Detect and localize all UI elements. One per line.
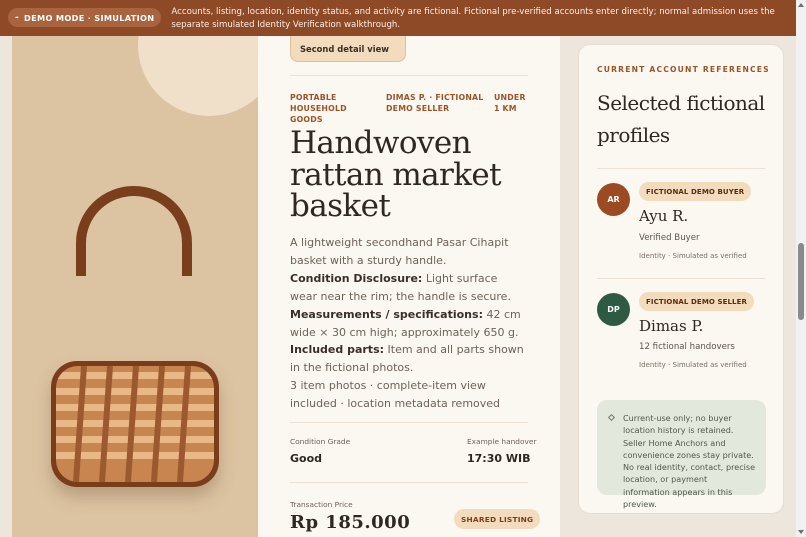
handover-label: Example handover — [467, 437, 537, 446]
distance-label: UNDER 1 KM — [494, 93, 526, 113]
page-scrollbar[interactable] — [796, 0, 806, 537]
seller-role-badge: FICTIONAL DEMO SELLER — [639, 292, 754, 311]
condition-grade-value: Good — [290, 452, 323, 465]
card-title: Selected fictional profiles — [597, 91, 765, 147]
scroll-up-arrow-icon[interactable] — [798, 3, 804, 7]
demo-notice-text: Accounts, listing, location, identity st… — [171, 7, 775, 30]
transaction-price-label: Transaction Price — [290, 500, 353, 509]
product-description: A lightweight secondhand Pasar Cihapit b… — [290, 234, 526, 413]
seller-name: Dimas P. — [639, 317, 704, 335]
measurements-label: Measurements / specifications: — [290, 307, 483, 321]
category-label: PORTABLE HOUSEHOLD GOODS — [290, 93, 347, 124]
dash-icon: - — [15, 12, 20, 23]
divider — [290, 482, 528, 483]
product-details: Second detail view PORTABLE HOUSEHOLD GO… — [258, 36, 560, 537]
product-image-panel — [12, 36, 258, 537]
handover-time-value: 17:30 WIB — [467, 452, 531, 465]
photos-info-text: 3 item photos · complete-item view inclu… — [290, 379, 501, 411]
demo-mode-label: DEMO MODE · SIMULATION — [24, 12, 155, 23]
buyer-name: Ayu R. — [639, 207, 689, 225]
product-title: Handwoven rattan market basket — [290, 125, 502, 224]
demo-banner: - DEMO MODE · SIMULATION Accounts, listi… — [0, 0, 796, 36]
account-references-card: CURRENT ACCOUNT REFERENCES Selected fict… — [578, 44, 784, 514]
buyer-subtitle: Verified Buyer — [639, 233, 700, 243]
divider — [597, 278, 765, 279]
seller-label: DIMAS P. · FICTIONAL DEMO SELLER — [386, 93, 484, 113]
divider — [290, 75, 528, 76]
seller-subtitle: 12 fictional handovers — [639, 342, 735, 352]
price-value: Rp 185.000 — [290, 512, 411, 533]
basket-illustration — [51, 186, 219, 487]
demo-mode-badge: - DEMO MODE · SIMULATION — [8, 8, 162, 27]
privacy-notice: Current-use only; no buyer location hist… — [597, 400, 766, 510]
seller-identity-status: Identity · Simulated as verified — [639, 361, 747, 369]
buyer-role-badge: FICTIONAL DEMO BUYER — [639, 182, 752, 201]
shared-listing-badge: SHARED LISTING — [454, 509, 541, 529]
seller-avatar: DP — [597, 293, 630, 326]
second-detail-view-button[interactable]: Second detail view — [290, 36, 406, 62]
divider — [597, 168, 765, 169]
summary-text: A lightweight secondhand Pasar Cihapit b… — [290, 236, 509, 267]
buyer-identity-status: Identity · Simulated as verified — [639, 252, 747, 260]
card-kicker: CURRENT ACCOUNT REFERENCES — [597, 65, 770, 74]
scroll-down-arrow-icon[interactable] — [798, 530, 804, 534]
included-parts-label: Included parts: — [290, 343, 385, 357]
scrollbar-thumb[interactable] — [798, 243, 804, 320]
condition-grade-label: Condition Grade — [290, 437, 351, 446]
condition-label: Condition Disclosure: — [290, 271, 423, 285]
diamond-icon — [607, 413, 616, 422]
buyer-avatar: AR — [597, 183, 630, 216]
privacy-notice-text: Current-use only; no buyer location hist… — [623, 413, 756, 510]
divider — [290, 422, 528, 423]
